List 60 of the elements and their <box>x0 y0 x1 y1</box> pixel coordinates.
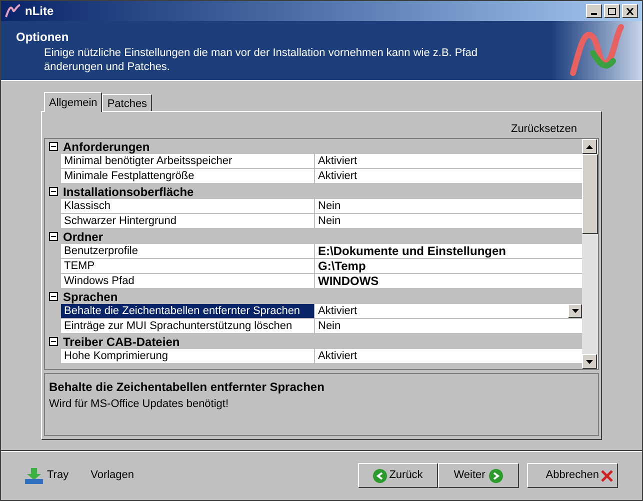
property-value: Aktiviert <box>317 349 358 363</box>
scroll-down-button[interactable] <box>582 354 597 369</box>
header-description: Einige nützliche Einstellungen die man vor der Installation vornehmen kann wie z.B. Pfad änderungen und Patches. <box>43 46 479 74</box>
property-value: Aktiviert <box>317 169 358 183</box>
close-icon <box>601 470 613 482</box>
collapse-icon[interactable] <box>48 142 58 151</box>
category-header: Sprachen <box>62 288 118 306</box>
property-name[interactable]: Klassisch <box>61 199 315 213</box>
up-arrow-icon <box>586 144 593 148</box>
category-header: Treiber CAB-Dateien <box>62 334 180 350</box>
templates-button[interactable]: Vorlagen <box>90 467 134 484</box>
property-value: G:\Temp <box>317 259 367 273</box>
window-title: nLite <box>25 3 54 20</box>
scrollbar[interactable] <box>582 139 598 369</box>
property-name[interactable]: Benutzerprofile <box>61 244 315 258</box>
download-tray-icon <box>25 468 43 484</box>
tray-button[interactable]: Tray <box>25 467 69 484</box>
dropdown-button[interactable] <box>568 304 582 318</box>
cancel-button[interactable]: Abbrechen <box>527 463 618 488</box>
property-value: Aktiviert <box>317 304 358 318</box>
scroll-thumb[interactable] <box>582 154 598 234</box>
reset-link[interactable]: Zurücksetzen <box>510 120 577 138</box>
app-logo-icon <box>5 4 21 18</box>
back-button[interactable]: Zurück <box>358 463 438 488</box>
minimize-button[interactable] <box>586 4 602 18</box>
next-button[interactable]: Weiter <box>438 463 519 488</box>
property-name[interactable]: Behalte die Zeichentabellen entfernter Sprachen <box>61 304 315 318</box>
down-arrow-icon <box>572 309 578 313</box>
collapse-icon[interactable] <box>48 292 58 301</box>
property-name[interactable]: Windows Pfad <box>61 274 315 288</box>
collapse-icon[interactable] <box>48 232 58 241</box>
logo-drawing <box>567 22 627 78</box>
property-name[interactable]: Hohe Komprimierung <box>61 349 315 363</box>
tab[interactable]: Patches <box>102 94 152 111</box>
property-value: Nein <box>317 319 342 333</box>
property-name[interactable]: Minimale Festplattengröße <box>61 169 315 183</box>
close-icon <box>626 8 634 14</box>
collapse-icon[interactable] <box>48 187 58 196</box>
property-name[interactable]: Einträge zur MUI Sprachunterstützung löschen <box>61 319 315 333</box>
header-title: Optionen <box>16 29 70 46</box>
close-button[interactable] <box>622 4 638 18</box>
property-value: Aktiviert <box>317 154 358 168</box>
help-text: Wird für MS-Office Updates benötigt! <box>49 397 230 412</box>
property-value: Nein <box>317 199 342 213</box>
help-title: Behalte die Zeichentabellen entfernter Sprachen <box>49 379 326 396</box>
property-name[interactable]: Minimal benötigter Arbeitsspeicher <box>61 154 315 168</box>
down-arrow-icon <box>586 360 593 364</box>
scroll-up-button[interactable] <box>582 139 597 154</box>
property-value: E:\Dokumente und Einstellungen <box>317 244 508 258</box>
maximize-button[interactable] <box>604 4 620 18</box>
maximize-icon <box>608 8 616 14</box>
property-value: WINDOWS <box>317 274 380 288</box>
category-header: Anforderungen <box>62 139 150 156</box>
collapse-icon[interactable] <box>48 337 58 346</box>
property-name[interactable]: Schwarzer Hintergrund <box>61 214 315 228</box>
category-header: Installationsoberfläche <box>62 184 194 200</box>
tab[interactable]: Allgemein <box>44 92 102 112</box>
property-name[interactable]: TEMP <box>61 259 315 273</box>
category-header: Ordner <box>62 228 104 246</box>
property-value: Nein <box>317 214 342 228</box>
